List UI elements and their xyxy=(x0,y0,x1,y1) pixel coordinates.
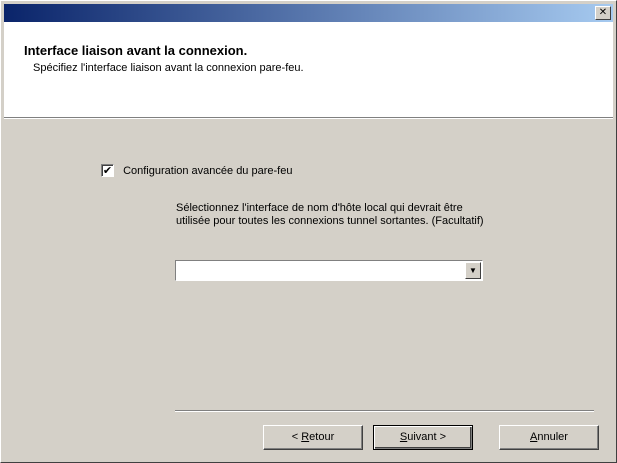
advanced-firewall-option[interactable]: ✔ Configuration avancée du pare-feu xyxy=(101,164,292,177)
cancel-button[interactable]: Annuler xyxy=(499,425,599,450)
page-title: Interface liaison avant la connexion. xyxy=(24,43,248,58)
interface-description: Sélectionnez l'interface de nom d'hôte l… xyxy=(176,202,484,227)
advanced-firewall-checkbox[interactable]: ✔ xyxy=(101,164,114,177)
advanced-firewall-label[interactable]: Configuration avancée du pare-feu xyxy=(123,165,292,177)
back-button-rest: etour xyxy=(309,431,335,443)
checkmark-icon: ✔ xyxy=(102,164,113,177)
title-bar[interactable]: ✕ xyxy=(4,4,613,22)
footer-divider xyxy=(175,410,594,412)
next-button[interactable]: Suivant > xyxy=(373,425,473,450)
dropdown-arrow-button[interactable]: ▼ xyxy=(465,262,481,279)
back-button-prefix: < xyxy=(291,431,302,443)
interface-select[interactable]: ▼ xyxy=(175,260,483,281)
page-subtitle: Spécifiez l'interface liaison avant la c… xyxy=(33,62,304,74)
chevron-down-icon: ▼ xyxy=(469,266,477,275)
close-icon: ✕ xyxy=(598,7,608,18)
back-button-accel: R xyxy=(301,431,310,443)
header-panel: Interface liaison avant la connexion. Sp… xyxy=(4,22,613,118)
cancel-button-rest: nnuler xyxy=(537,431,568,443)
close-button[interactable]: ✕ xyxy=(595,6,611,20)
setup-dialog: ✕ Interface liaison avant la connexion. … xyxy=(0,0,617,463)
header-divider xyxy=(4,118,613,119)
next-button-rest: uivant > xyxy=(407,431,447,443)
back-button[interactable]: < Retour xyxy=(263,425,363,450)
